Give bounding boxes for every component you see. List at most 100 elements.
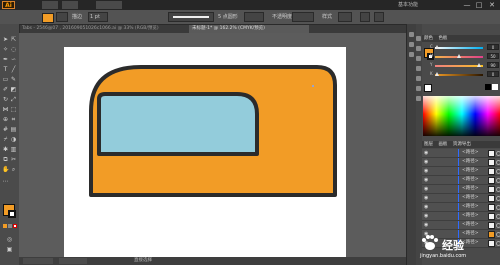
none-color-button[interactable] <box>424 84 432 92</box>
mesh-tool-icon[interactable]: # <box>2 126 9 133</box>
canvas-area[interactable] <box>19 33 406 259</box>
gradient-panel-icon[interactable] <box>416 86 421 91</box>
swatches-panel-icon[interactable] <box>416 46 421 51</box>
visibility-eye-icon[interactable]: ◉ <box>424 159 430 165</box>
slider-black-value[interactable]: 0 <box>487 71 499 77</box>
rectangle-tool-icon[interactable]: ▭ <box>2 76 9 83</box>
minimize-button[interactable]: — <box>462 1 472 9</box>
close-button[interactable]: ✕ <box>487 1 497 9</box>
dock-properties-icon[interactable] <box>409 32 414 37</box>
shape-builder-tool-icon[interactable]: ⊕ <box>2 116 9 123</box>
eyedropper-tool-icon[interactable]: ⌿ <box>2 136 9 143</box>
zoom-tool-icon[interactable]: ⌕ <box>10 166 17 173</box>
visibility-eye-icon[interactable]: ◉ <box>424 195 430 201</box>
tab-artboards[interactable]: 画板 <box>436 142 449 147</box>
tab-document-1[interactable]: Tabs - 2546@07 , 201609051026c1066.ai @ … <box>19 25 189 33</box>
stroke-panel-icon[interactable] <box>416 76 421 81</box>
slider-magenta-thumb[interactable] <box>457 54 461 58</box>
slider-magenta[interactable]: M 50 <box>430 53 499 59</box>
symbols-panel-icon[interactable] <box>416 66 421 71</box>
layer-row[interactable]: ◉ <路径> <box>422 158 500 167</box>
dock-pathfinder-icon[interactable] <box>409 52 414 57</box>
slider-yellow-track[interactable] <box>435 65 483 67</box>
artboard-navigator[interactable] <box>59 258 87 264</box>
slider-yellow-value[interactable]: 90 <box>487 62 499 68</box>
layer-row[interactable]: ◉ <路径> <box>422 212 500 221</box>
target-circle-icon[interactable] <box>496 187 500 192</box>
align-button[interactable] <box>360 12 370 22</box>
free-transform-tool-icon[interactable]: ⬚ <box>10 106 17 113</box>
slider-yellow[interactable]: Y 90 <box>430 62 499 68</box>
gradient-tool-icon[interactable]: ▤ <box>10 126 17 133</box>
target-circle-icon[interactable] <box>496 214 500 219</box>
tab-layers[interactable]: 图层 <box>422 142 435 147</box>
tab-document-2[interactable]: 未标题-1* @ 162.2% (CMYK/预览) <box>189 25 309 33</box>
artboard-tool-icon[interactable]: ⧉ <box>2 156 9 163</box>
gradient-mode-button[interactable] <box>8 224 12 228</box>
artwork[interactable] <box>19 33 406 257</box>
white-color-button[interactable] <box>492 84 498 90</box>
edit-toolbar-icon[interactable]: ⋯ <box>2 178 9 185</box>
visibility-eye-icon[interactable]: ◉ <box>424 177 430 183</box>
color-panel-icon[interactable] <box>416 36 421 41</box>
fill-swatch[interactable] <box>42 13 54 23</box>
layer-row[interactable]: ◉ <路径> <box>422 149 500 158</box>
perspective-grid-tool-icon[interactable]: ⌗ <box>10 116 17 123</box>
slider-cyan-track[interactable] <box>435 47 483 49</box>
target-circle-icon[interactable] <box>496 178 500 183</box>
stroke-color-box[interactable] <box>8 210 16 218</box>
tab-asset-export[interactable]: 资源导出 <box>451 142 473 147</box>
graph-tool-icon[interactable]: ▥ <box>10 146 17 153</box>
brush-dropdown[interactable] <box>244 12 264 22</box>
slider-cyan[interactable]: C 0 <box>430 44 499 50</box>
rotate-tool-icon[interactable]: ↻ <box>2 96 9 103</box>
screen-mode-icon[interactable]: ▣ <box>6 246 13 253</box>
magic-wand-tool-icon[interactable]: ✧ <box>2 46 9 53</box>
slider-black-thumb[interactable] <box>435 72 439 76</box>
style-dropdown[interactable] <box>338 12 352 22</box>
slice-tool-icon[interactable]: ✂ <box>10 156 17 163</box>
none-mode-button[interactable] <box>13 224 17 228</box>
slider-black[interactable]: K 0 <box>430 71 499 77</box>
menu-item-stock[interactable] <box>62 1 78 9</box>
scale-tool-icon[interactable]: ⤢ <box>10 96 17 103</box>
target-circle-icon[interactable] <box>496 160 500 165</box>
visibility-eye-icon[interactable]: ◉ <box>424 168 430 174</box>
slider-black-track[interactable] <box>435 74 483 76</box>
visibility-eye-icon[interactable]: ◉ <box>424 186 430 192</box>
tab-color-guide[interactable]: 色板 <box>436 36 449 41</box>
hand-tool-icon[interactable]: ✋ <box>2 166 9 173</box>
slider-magenta-value[interactable]: 50 <box>487 53 499 59</box>
layer-row[interactable]: ◉ <路径> <box>422 221 500 230</box>
zoom-field[interactable] <box>23 258 53 264</box>
opacity-field[interactable] <box>292 12 314 22</box>
symbol-sprayer-tool-icon[interactable]: ✱ <box>2 146 9 153</box>
target-circle-icon[interactable] <box>496 151 500 156</box>
menu-item-bridge[interactable] <box>42 1 58 9</box>
eraser-tool-icon[interactable]: ◩ <box>10 86 17 93</box>
transparency-panel-icon[interactable] <box>416 96 421 101</box>
layer-row[interactable]: ◉ <路径> <box>422 203 500 212</box>
draw-mode-icon[interactable]: ◎ <box>6 236 13 243</box>
target-circle-icon[interactable] <box>496 223 500 228</box>
color-spectrum[interactable] <box>423 96 500 136</box>
maximize-button[interactable]: □ <box>474 1 484 9</box>
paintbrush-tool-icon[interactable]: ✎ <box>10 76 17 83</box>
stroke-weight-field[interactable]: 1 pt <box>88 12 108 22</box>
target-circle-icon[interactable] <box>496 205 500 210</box>
lasso-tool-icon[interactable]: ◌ <box>10 46 17 53</box>
workspace-switcher[interactable]: 基本功能 <box>398 1 418 9</box>
layer-row[interactable]: ◉ <路径> <box>422 185 500 194</box>
direct-selection-tool-icon[interactable]: ⇱ <box>10 36 17 43</box>
curvature-tool-icon[interactable]: ∽ <box>10 56 17 63</box>
stroke-profile-dropdown[interactable] <box>168 12 214 22</box>
transform-button[interactable] <box>374 12 384 22</box>
target-circle-icon[interactable] <box>496 169 500 174</box>
layer-row[interactable]: ◉ <路径> <box>422 167 500 176</box>
color-mode-button[interactable] <box>3 224 7 228</box>
menu-item-arrange[interactable] <box>96 1 122 9</box>
blend-tool-icon[interactable]: ◑ <box>10 136 17 143</box>
brushes-panel-icon[interactable] <box>416 56 421 61</box>
line-tool-icon[interactable]: ╱ <box>10 66 17 73</box>
slider-cyan-thumb[interactable] <box>435 45 439 49</box>
